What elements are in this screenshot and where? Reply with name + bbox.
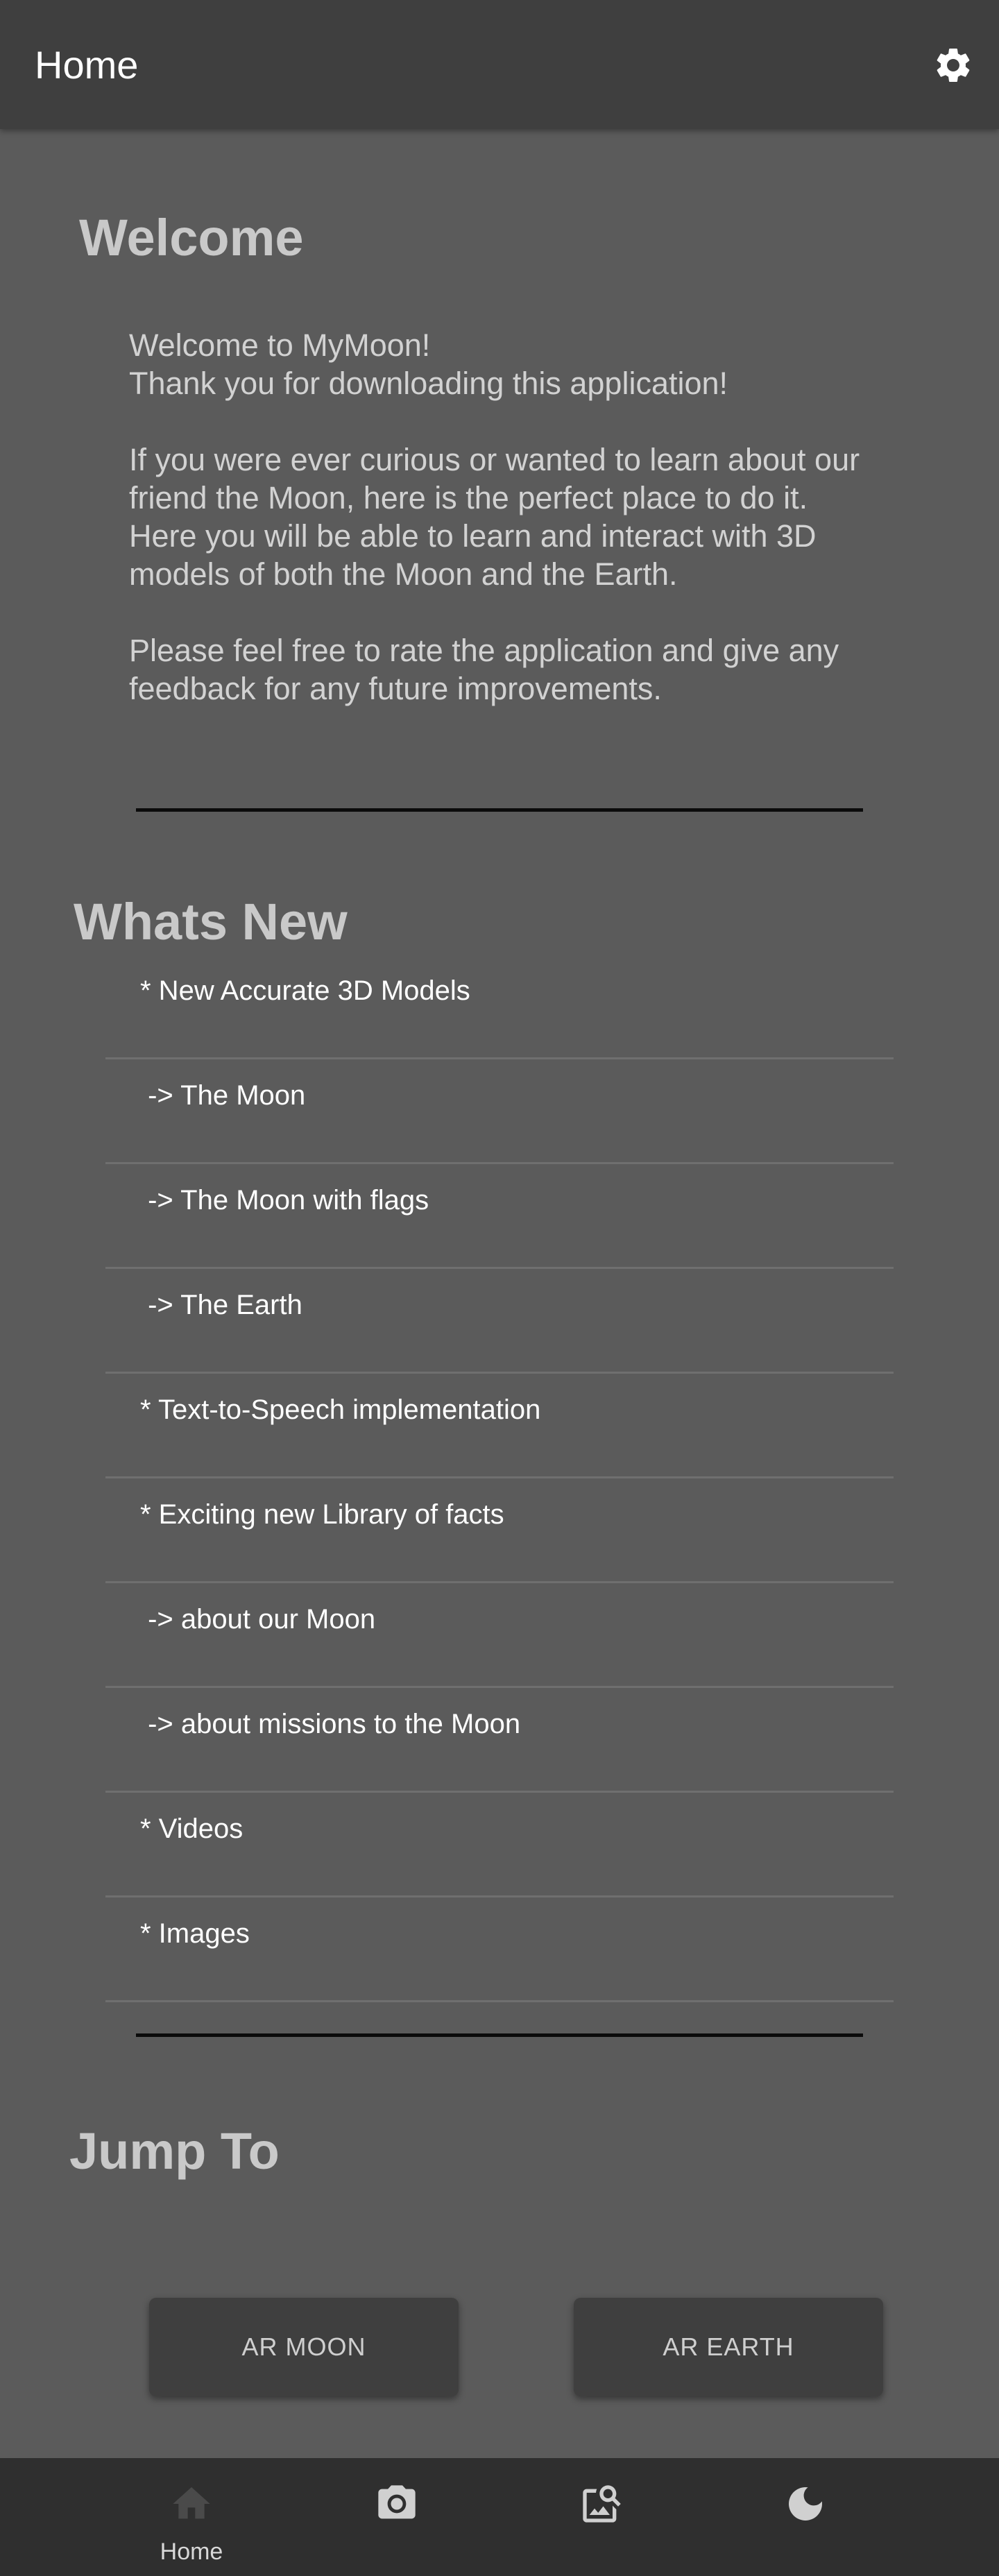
list-item-label: -> The Moon xyxy=(140,1080,306,1111)
welcome-text: Welcome to MyMoon! Thank you for downloa… xyxy=(129,327,860,706)
settings-button[interactable] xyxy=(932,44,974,86)
divider xyxy=(136,2033,863,2037)
ar-moon-button[interactable]: AR MOON xyxy=(149,2298,459,2396)
list-item: -> about our Moon xyxy=(105,1583,894,1688)
list-item: * Videos xyxy=(105,1793,894,1897)
list-item: * Exciting new Library of facts xyxy=(105,1478,894,1583)
list-item: -> about missions to the Moon xyxy=(105,1688,894,1793)
whats-new-heading: Whats New xyxy=(74,893,348,950)
nav-home[interactable]: Home xyxy=(129,2458,254,2576)
list-item: * New Accurate 3D Models xyxy=(105,955,894,1059)
list-item-label: * Images xyxy=(140,1918,250,1949)
list-item-label: -> The Earth xyxy=(140,1290,302,1320)
list-item-label: -> about our Moon xyxy=(140,1604,376,1635)
list-item: -> The Moon xyxy=(105,1059,894,1164)
whats-new-list: * New Accurate 3D Models -> The Moon -> … xyxy=(105,955,894,2002)
list-item: -> The Moon with flags xyxy=(105,1164,894,1269)
jump-to-heading: Jump To xyxy=(69,2122,280,2180)
nav-image-search[interactable] xyxy=(539,2458,664,2576)
nav-home-label: Home xyxy=(160,2539,223,2565)
bottom-navigation: Home xyxy=(0,2458,999,2576)
moon-icon xyxy=(789,2487,822,2520)
image-search-icon xyxy=(583,2485,621,2523)
gear-icon xyxy=(937,48,970,82)
app-bar: Home xyxy=(0,0,999,129)
camera-icon xyxy=(378,2485,416,2519)
list-item: * Images xyxy=(105,1897,894,2002)
home-icon xyxy=(173,2487,210,2519)
nav-moon[interactable] xyxy=(743,2458,868,2576)
list-item-label: * Exciting new Library of facts xyxy=(140,1499,504,1530)
list-item: * Text-to-Speech implementation xyxy=(105,1374,894,1478)
ar-earth-button[interactable]: AR EARTH xyxy=(574,2298,883,2396)
nav-camera[interactable] xyxy=(334,2458,459,2576)
list-item-label: * New Accurate 3D Models xyxy=(140,975,470,1006)
app-title: Home xyxy=(35,43,139,87)
list-item-label: -> The Moon with flags xyxy=(140,1185,429,1216)
welcome-heading: Welcome xyxy=(79,209,304,266)
list-item-label: -> about missions to the Moon xyxy=(140,1709,521,1739)
list-item-label: * Videos xyxy=(140,1814,244,1844)
list-item-label: * Text-to-Speech implementation xyxy=(140,1394,541,1425)
list-item: -> The Earth xyxy=(105,1269,894,1374)
divider xyxy=(136,808,863,812)
